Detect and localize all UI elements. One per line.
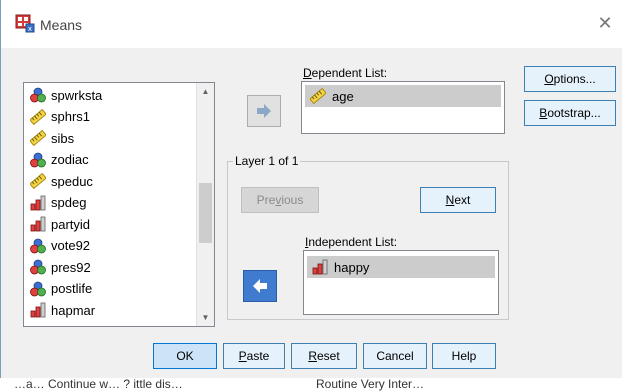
variable-item[interactable]: vote92 xyxy=(30,236,90,256)
variable-name: spwrksta xyxy=(51,87,103,103)
move-to-dependent-button[interactable] xyxy=(247,95,281,127)
scale-icon xyxy=(310,88,326,104)
layer-label: Layer 1 of 1 xyxy=(233,154,301,168)
variable-name: pres92 xyxy=(51,259,91,275)
options-button[interactable]: Options... xyxy=(524,66,616,92)
variable-item[interactable]: spwrksta xyxy=(30,85,102,105)
next-button[interactable]: Next xyxy=(420,187,496,213)
variable-item[interactable]: zodiac xyxy=(30,150,89,170)
svg-text:x: x xyxy=(28,25,32,33)
scroll-thumb[interactable] xyxy=(199,183,212,243)
paste-button[interactable]: Paste xyxy=(223,343,285,369)
nominal-icon xyxy=(30,152,46,167)
independent-list[interactable]: happy xyxy=(303,250,499,315)
variable-item[interactable]: postlife xyxy=(30,279,92,299)
means-app-icon: x xyxy=(15,14,35,33)
means-dialog: x Means ✕ ▲ ▼ spwrksta sphrs1 sibs zodiac sp… xyxy=(0,0,622,388)
variable-name: vote92 xyxy=(51,238,91,253)
previous-button[interactable]: Previous xyxy=(241,187,319,213)
ordinal-icon xyxy=(312,259,328,275)
move-to-independent-button[interactable] xyxy=(243,270,277,302)
independent-variable-name: happy xyxy=(334,259,370,275)
variable-name: postlife xyxy=(51,281,93,296)
ordinal-icon xyxy=(30,195,46,210)
dependent-list-item[interactable]: age xyxy=(305,85,501,107)
variable-item[interactable]: sibs xyxy=(30,128,74,148)
help-button[interactable]: Help xyxy=(432,343,496,369)
close-icon[interactable]: ✕ xyxy=(595,13,615,33)
variable-item[interactable]: pres92 xyxy=(30,257,91,277)
ordinal-icon xyxy=(30,302,46,318)
nominal-icon xyxy=(30,281,46,296)
scale-icon xyxy=(30,130,46,146)
scroll-up-icon[interactable]: ▲ xyxy=(197,83,214,100)
variable-item[interactable]: spdeg xyxy=(30,193,86,213)
scale-icon xyxy=(30,108,46,125)
variable-name: partyid xyxy=(51,216,91,232)
variable-name: sibs xyxy=(51,130,75,146)
variable-name: speduc xyxy=(51,173,93,189)
scale-icon xyxy=(30,173,46,189)
arrow-left-icon xyxy=(253,279,267,293)
nominal-icon xyxy=(30,87,46,103)
window-title: Means xyxy=(40,17,83,33)
ordinal-icon xyxy=(30,216,46,232)
nominal-icon xyxy=(30,259,46,275)
independent-list-item[interactable]: happy xyxy=(307,256,495,278)
nominal-icon xyxy=(30,238,46,253)
variable-name: spdeg xyxy=(51,195,87,210)
background-text-left: …a… Continue w… ? ittle dis… xyxy=(14,377,183,391)
bootstrap-button[interactable]: Bootstrap... xyxy=(524,100,616,126)
scroll-down-icon[interactable]: ▼ xyxy=(197,309,214,326)
variable-item[interactable]: partyid xyxy=(30,214,90,234)
arrow-right-icon xyxy=(257,104,271,118)
ok-button[interactable]: OK xyxy=(153,343,217,369)
variable-name: zodiac xyxy=(51,152,89,167)
variable-item[interactable]: sphrs1 xyxy=(30,107,90,127)
cancel-button[interactable]: Cancel xyxy=(363,343,427,369)
reset-button[interactable]: Reset xyxy=(291,343,357,369)
variable-item[interactable]: hapmar xyxy=(30,300,95,320)
background-text-right: Routine Very Inter… xyxy=(316,377,425,391)
vertical-scrollbar[interactable]: ▲ ▼ xyxy=(196,83,214,326)
independent-list-label: Independent List: xyxy=(305,235,398,249)
dependent-variable-name: age xyxy=(332,88,354,104)
source-variable-list[interactable]: ▲ ▼ spwrksta sphrs1 sibs zodiac speduc spdeg p… xyxy=(23,82,215,327)
dependent-list-label: Dependent List: xyxy=(303,66,388,80)
dependent-list[interactable]: age xyxy=(301,81,505,134)
variable-item[interactable]: speduc xyxy=(30,171,93,191)
variable-name: hapmar xyxy=(51,302,96,318)
variable-name: sphrs1 xyxy=(51,109,91,124)
title-bar: x Means ✕ xyxy=(1,0,622,48)
